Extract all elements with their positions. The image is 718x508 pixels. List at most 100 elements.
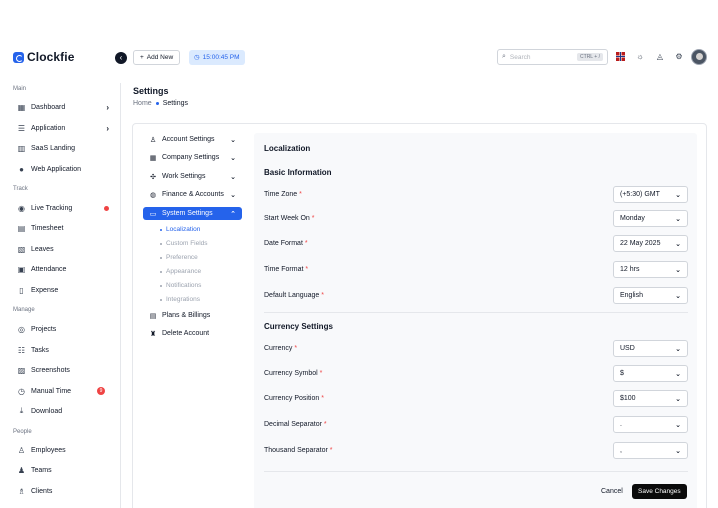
default-language-select[interactable]: English ⌄	[613, 287, 688, 304]
settings-nav-label: Company Settings	[162, 154, 220, 161]
currency-position-select[interactable]: $100 ⌄	[613, 390, 688, 407]
sidebar-item-manual-time[interactable]: ◷ Manual Time 9	[17, 384, 109, 398]
bell-icon[interactable]: ◬	[655, 52, 665, 62]
sun-icon[interactable]: ☼	[635, 52, 645, 62]
sidebar-section-people: People	[13, 429, 32, 435]
sidebar-item-label: Tasks	[31, 346, 49, 354]
settings-sub-localization[interactable]: Localization	[160, 226, 200, 233]
brand-name: Clockfie	[27, 50, 75, 64]
sidebar-item-label: Leaves	[31, 245, 54, 253]
time-format-select[interactable]: 12 hrs ⌄	[613, 261, 688, 278]
plus-icon: +	[140, 54, 144, 61]
settings-sub-notifications[interactable]: Notifications	[160, 282, 201, 289]
sidebar-item-label: Attendance	[31, 265, 67, 273]
default-language-label: Default Language *	[264, 292, 324, 299]
settings-nav-finance[interactable]: ◍ Finance & Accounts ⌄	[143, 188, 242, 201]
sidebar-item-employees[interactable]: ♙ Employees	[17, 443, 109, 457]
chevron-right-icon: ›	[106, 102, 109, 112]
sidebar-item-saas-landing[interactable]: ▥ SaaS Landing	[17, 141, 109, 155]
sidebar-item-download[interactable]: ⤓ Download	[17, 404, 109, 418]
search-shortcut: CTRL + /	[577, 53, 603, 61]
sidebar-item-leaves[interactable]: ▧ Leaves	[17, 242, 109, 256]
user-cog-icon: ♙	[149, 136, 157, 144]
breadcrumb-home[interactable]: Home	[133, 100, 152, 107]
receipt-icon: ▯	[19, 285, 24, 295]
sidebar-item-screenshots[interactable]: ▨ Screenshots	[17, 363, 109, 377]
time-zone-select[interactable]: (+5:30) GMT ⌄	[613, 186, 688, 203]
start-week-select[interactable]: Monday ⌄	[613, 210, 688, 227]
search-box[interactable]: ⌕ Search CTRL + /	[497, 49, 608, 65]
chevron-down-icon: ⌄	[675, 395, 681, 403]
settings-nav-label: Plans & Billings	[162, 312, 211, 319]
sidebar-item-label: Teams	[31, 466, 52, 474]
chevron-down-icon: ⌄	[675, 191, 681, 199]
avatar[interactable]	[691, 49, 707, 65]
sidebar-item-tasks[interactable]: ☷ Tasks	[17, 343, 109, 357]
thousand-separator-select[interactable]: , ⌄	[613, 442, 688, 459]
settings-nav-label: Work Settings	[162, 173, 206, 180]
chevron-right-icon: ›	[106, 123, 109, 133]
date-format-select[interactable]: 22 May 2025 ⌄	[613, 235, 688, 252]
sidebar-item-web-application[interactable]: ● Web Application	[17, 162, 109, 176]
sidebar-item-timesheet[interactable]: ▤ Timesheet	[17, 221, 109, 235]
clock-badge[interactable]: ◷ 15:00:45 PM	[189, 50, 245, 65]
sidebar-item-teams[interactable]: ♟ Teams	[17, 463, 109, 477]
sidebar-item-projects[interactable]: ◎ Projects	[17, 322, 109, 336]
settings-nav-delete-account[interactable]: ♜ Delete Account	[143, 327, 242, 340]
time-zone-label: Time Zone *	[264, 191, 302, 198]
settings-sub-preference[interactable]: Preference	[160, 254, 198, 261]
sidebar-item-label: Expense	[31, 286, 59, 294]
currency-position-label: Currency Position *	[264, 395, 324, 402]
chevron-down-icon: ⌄	[675, 215, 681, 223]
settings-nav-label: Delete Account	[162, 330, 210, 337]
sidebar-item-label: Employees	[31, 446, 66, 454]
settings-sub-appearance[interactable]: Appearance	[160, 268, 201, 275]
finance-icon: ◍	[149, 191, 157, 199]
chevron-down-icon: ⌄	[675, 421, 681, 429]
settings-nav-account[interactable]: ♙ Account Settings ⌄	[143, 133, 242, 146]
clockfie-logo-icon	[13, 51, 24, 63]
search-icon: ⌕	[502, 53, 506, 60]
settings-nav-label: Finance & Accounts	[162, 191, 224, 198]
save-changes-button[interactable]: Save Changes	[632, 484, 687, 499]
time-format-label: Time Format *	[264, 266, 309, 273]
sidebar-item-label: Dashboard	[31, 103, 66, 111]
page-title: Settings	[133, 86, 169, 96]
currency-select[interactable]: USD ⌄	[613, 340, 688, 357]
settings-nav-plans-billings[interactable]: ▤ Plans & Billings	[143, 309, 242, 322]
logo[interactable]: Clockfie	[13, 50, 74, 64]
sidebar-item-dashboard[interactable]: ▦ Dashboard ›	[17, 100, 109, 114]
breadcrumb-separator	[155, 102, 159, 105]
clients-icon: ♗	[17, 486, 26, 496]
settings-sub-custom-fields[interactable]: Custom Fields	[160, 240, 208, 247]
breadcrumb-current: Settings	[162, 100, 188, 107]
basic-information-heading: Basic Information	[264, 168, 332, 177]
currency-label: Currency *	[264, 345, 298, 352]
sidebar-item-label: Live Tracking	[31, 204, 73, 212]
sidebar-item-attendance[interactable]: ▣ Attendance	[17, 262, 109, 276]
decimal-separator-select[interactable]: . ⌄	[613, 416, 688, 433]
settings-nav-label: Account Settings	[162, 136, 215, 143]
sidebar-item-clients[interactable]: ♗ Clients	[17, 484, 109, 498]
settings-gear-icon[interactable]: ⚙	[674, 52, 684, 62]
settings-nav-company[interactable]: ▦ Company Settings ⌄	[143, 151, 242, 164]
settings-sub-integrations[interactable]: Integrations	[160, 296, 200, 303]
add-new-button[interactable]: + Add New	[133, 50, 181, 65]
cancel-button[interactable]: Cancel	[596, 485, 628, 499]
date-format-label: Date Format *	[264, 240, 308, 247]
sidebar-item-live-tracking[interactable]: ◉ Live Tracking	[17, 201, 109, 215]
sidebar-section-main: Main	[13, 86, 27, 92]
settings-nav-system[interactable]: ▭ System Settings ⌃	[143, 207, 242, 220]
settings-nav-work[interactable]: ✣ Work Settings ⌄	[143, 170, 242, 183]
sidebar-item-expense[interactable]: ▯ Expense	[17, 283, 109, 297]
sidebar-item-application[interactable]: ☰ Application ›	[17, 121, 109, 135]
currency-symbol-select[interactable]: $ ⌄	[613, 365, 688, 382]
localization-title: Localization	[264, 144, 311, 153]
flag-icon[interactable]	[615, 52, 625, 62]
search-input[interactable]: Search	[510, 54, 573, 61]
chevron-up-icon: ⌃	[230, 210, 236, 218]
live-icon: ◉	[18, 203, 25, 213]
sidebar-collapse-button[interactable]: ‹	[115, 52, 127, 64]
grid-icon: ▦	[17, 102, 26, 112]
sidebar-item-label: SaaS Landing	[31, 144, 75, 152]
